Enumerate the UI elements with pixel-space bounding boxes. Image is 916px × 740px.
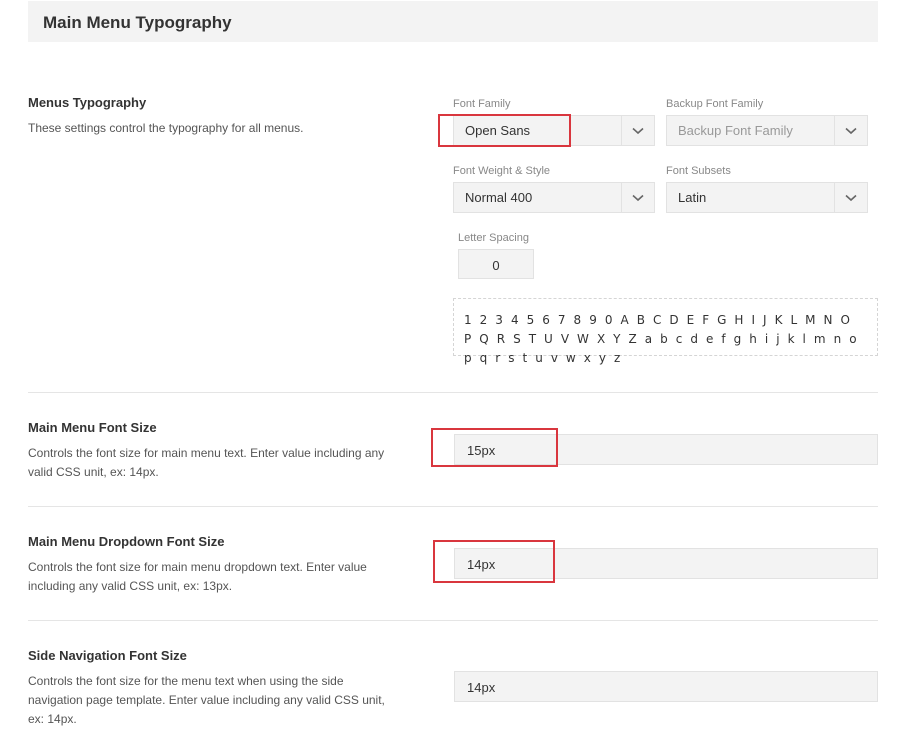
- main-menu-font-size-title: Main Menu Font Size: [28, 420, 157, 435]
- main-menu-font-size-input[interactable]: 15px: [454, 434, 878, 465]
- section-header: Main Menu Typography: [28, 1, 878, 42]
- menus-typography-title: Menus Typography: [28, 95, 147, 110]
- backup-font-family-placeholder: Backup Font Family: [678, 123, 793, 138]
- select-divider: [621, 183, 622, 212]
- main-menu-font-size-value: 15px: [467, 443, 496, 458]
- dropdown-font-size-title: Main Menu Dropdown Font Size: [28, 534, 225, 549]
- dropdown-font-size-input[interactable]: 14px: [454, 548, 878, 579]
- section-title: Main Menu Typography: [43, 13, 232, 32]
- select-divider: [621, 116, 622, 145]
- dropdown-font-size-value: 14px: [467, 557, 496, 572]
- side-nav-font-size-description: Controls the font size for the menu text…: [28, 674, 385, 726]
- font-preview: 1 2 3 4 5 6 7 8 9 0 A B C D E F G H I J …: [453, 298, 878, 365]
- chevron-down-icon: [632, 127, 644, 135]
- separator: [28, 620, 878, 621]
- backup-font-family-select[interactable]: Backup Font Family: [666, 115, 868, 146]
- separator: [28, 506, 878, 507]
- font-subsets-label: Font Subsets: [666, 165, 731, 177]
- side-nav-font-size-title: Side Navigation Font Size: [28, 648, 187, 663]
- font-family-label: Font Family: [453, 98, 511, 110]
- side-nav-font-size-value: 14px: [467, 680, 496, 695]
- letter-spacing-label: Letter Spacing: [458, 232, 529, 244]
- chevron-down-icon: [845, 127, 857, 135]
- font-weight-style-label: Font Weight & Style: [453, 165, 551, 177]
- select-divider: [834, 183, 835, 212]
- letter-spacing-input[interactable]: 0: [458, 249, 534, 279]
- font-subsets-value: Latin: [678, 190, 707, 205]
- backup-font-family-label: Backup Font Family: [666, 98, 764, 110]
- font-weight-style-select[interactable]: Normal 400: [453, 182, 655, 213]
- select-divider: [834, 116, 835, 145]
- separator: [28, 392, 878, 393]
- font-family-value: Open Sans: [465, 123, 531, 138]
- side-nav-font-size-input[interactable]: 14px: [454, 671, 878, 702]
- font-family-select[interactable]: Open Sans: [453, 115, 655, 146]
- chevron-down-icon: [845, 194, 857, 202]
- dropdown-font-size-description: Controls the font size for main menu dro…: [28, 560, 367, 593]
- menus-typography-description: These settings control the typography fo…: [28, 121, 304, 135]
- letter-spacing-value: 0: [492, 258, 500, 273]
- main-menu-font-size-description: Controls the font size for main menu tex…: [28, 446, 385, 479]
- font-weight-style-value: Normal 400: [465, 190, 533, 205]
- chevron-down-icon: [632, 194, 644, 202]
- font-subsets-select[interactable]: Latin: [666, 182, 868, 213]
